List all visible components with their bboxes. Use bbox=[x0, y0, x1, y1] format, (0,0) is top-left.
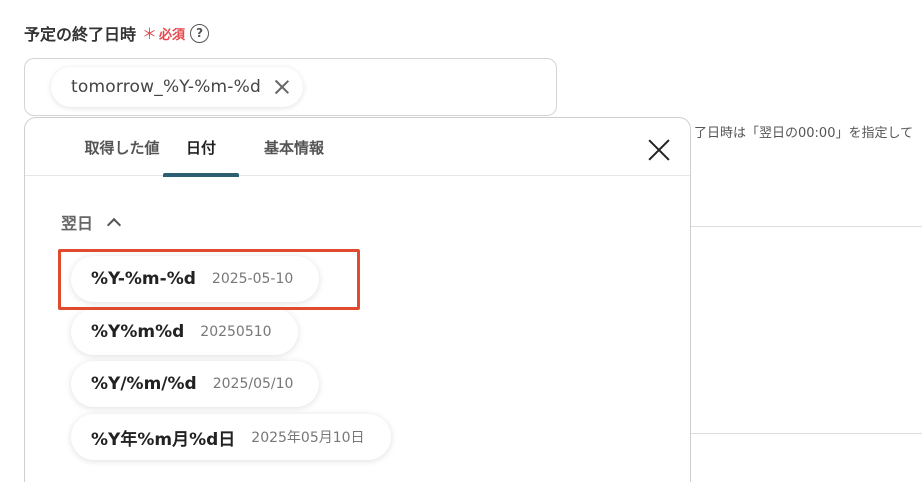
end-datetime-input[interactable]: tomorrow_%Y-%m-%d bbox=[24, 58, 557, 116]
close-icon[interactable] bbox=[647, 138, 671, 162]
help-icon[interactable]: ? bbox=[190, 23, 210, 43]
format-pattern: %Y-%m-%d bbox=[91, 269, 196, 289]
date-format-option[interactable]: %Y-%m-%d 2025-05-10 bbox=[71, 256, 320, 302]
format-example: 2025年05月10日 bbox=[251, 430, 365, 446]
format-example: 2025-05-10 bbox=[211, 271, 294, 287]
tab-basic-info[interactable]: 基本情報 bbox=[255, 118, 333, 176]
field-title: 予定の終了日時 bbox=[24, 25, 137, 44]
format-example: 2025/05/10 bbox=[212, 376, 294, 392]
date-format-option[interactable]: %Y年%m月%d日 2025年05月10日 bbox=[71, 414, 391, 460]
divider bbox=[691, 226, 922, 227]
picker-tabs: 取得した値 日付 基本情報 bbox=[25, 118, 690, 177]
hint-text: 了日時は「翌日の00:00」を指定して bbox=[694, 126, 914, 141]
tab-label: 基本情報 bbox=[263, 138, 324, 157]
divider bbox=[691, 433, 922, 434]
section-header-tomorrow[interactable]: 翌日 bbox=[61, 208, 119, 236]
format-pattern: %Y/%m/%d bbox=[91, 374, 197, 394]
date-format-option[interactable]: %Y%m%d 20250510 bbox=[71, 309, 298, 355]
format-pattern: %Y年%m月%d日 bbox=[91, 429, 236, 450]
format-pattern: %Y%m%d bbox=[91, 322, 185, 342]
chip-label: tomorrow_%Y-%m-%d bbox=[71, 77, 261, 97]
tab-label: 日付 bbox=[185, 138, 216, 157]
value-picker-dropdown: 取得した値 日付 基本情報 翌日 %Y-%m-%d 2025-05-10 %Y%… bbox=[24, 117, 691, 482]
tab-date[interactable]: 日付 bbox=[163, 118, 239, 177]
chevron-up-icon[interactable] bbox=[107, 216, 119, 228]
required-badge: 必須 bbox=[159, 27, 186, 43]
tab-label: 取得した値 bbox=[84, 138, 160, 157]
date-format-option[interactable]: %Y/%m/%d 2025/05/10 bbox=[71, 361, 320, 407]
field-label-row: 予定の終了日時 ＊ 必須 ? bbox=[24, 20, 210, 46]
x-icon[interactable] bbox=[273, 78, 291, 96]
format-example: 20250510 bbox=[200, 324, 272, 340]
section-label: 翌日 bbox=[61, 214, 94, 233]
value-chip[interactable]: tomorrow_%Y-%m-%d bbox=[51, 67, 303, 107]
required-asterisk: ＊ bbox=[142, 24, 158, 43]
